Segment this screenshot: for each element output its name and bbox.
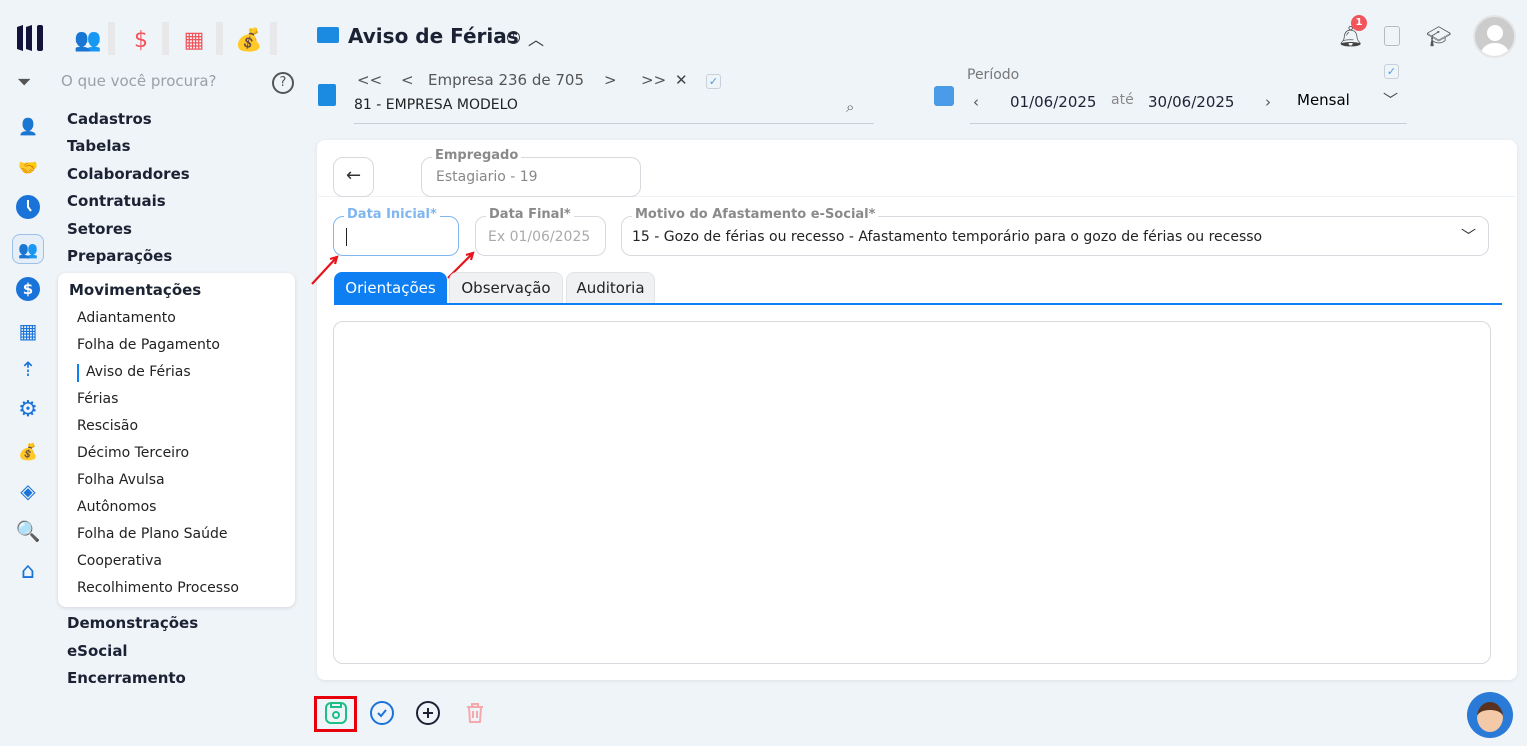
submenu-item[interactable]: Recolhimento Processo bbox=[77, 580, 239, 596]
end-date-input[interactable]: Data Final* Ex 01/06/2025 bbox=[475, 207, 606, 256]
add-button[interactable] bbox=[415, 700, 441, 726]
reason-select[interactable]: Motivo do Afastamento e-Social* 15 - Goz… bbox=[621, 207, 1489, 256]
submenu-item[interactable]: Rescisão bbox=[77, 418, 138, 434]
team-icon[interactable]: 👥 bbox=[12, 234, 44, 264]
menu-search-input[interactable]: O que você procura? bbox=[61, 72, 217, 90]
employee-value: Estagiario - 19 bbox=[436, 169, 538, 185]
employee-field[interactable]: Empregado Estagiario - 19 bbox=[421, 148, 641, 197]
people-icon[interactable]: 👥 bbox=[70, 24, 106, 56]
svg-text:$: $ bbox=[23, 280, 33, 298]
tab-auditoria[interactable]: Auditoria bbox=[566, 272, 655, 304]
reason-label: Motivo do Afastamento e-Social* bbox=[632, 207, 879, 222]
info-icon[interactable]: i bbox=[507, 31, 520, 44]
orientations-textarea[interactable] bbox=[333, 321, 1491, 664]
layers-icon[interactable]: ◈ bbox=[14, 478, 42, 504]
user-gear-icon[interactable]: 👤 bbox=[14, 113, 42, 139]
submenu-item[interactable]: Folha Avulsa bbox=[77, 472, 165, 488]
first-company-button[interactable]: << bbox=[357, 71, 382, 89]
confirm-button[interactable] bbox=[369, 700, 395, 726]
filter-icon[interactable]: ⏷ bbox=[17, 72, 31, 93]
delete-button[interactable] bbox=[462, 700, 488, 726]
network-icon[interactable]: ⚙ bbox=[14, 396, 42, 422]
chevron-up-icon[interactable]: ︿ bbox=[528, 26, 544, 50]
submenu-item-active[interactable]: Aviso de Férias bbox=[86, 364, 191, 380]
clear-company-button[interactable]: ✕ bbox=[675, 71, 688, 89]
submenu-movimentacoes: Movimentações Adiantamento Folha de Paga… bbox=[58, 273, 295, 607]
company-counter: Empresa 236 de 705 bbox=[428, 71, 584, 89]
dollar-icon[interactable]: $ bbox=[123, 24, 159, 56]
back-button[interactable]: ← bbox=[333, 157, 374, 197]
period-label: Período bbox=[967, 67, 1020, 83]
period-to[interactable]: 30/06/2025 bbox=[1148, 93, 1234, 111]
submenu-item[interactable]: Folha de Pagamento bbox=[77, 337, 220, 353]
submenu-item[interactable]: Adiantamento bbox=[77, 310, 176, 326]
next-period-button[interactable]: › bbox=[1265, 93, 1271, 111]
handshake-icon[interactable]: 🤝 bbox=[14, 154, 42, 180]
company-checkbox[interactable]: ✓ bbox=[706, 74, 721, 89]
notification-badge: 1 bbox=[1351, 15, 1367, 31]
search-side-icon[interactable]: 🔍 bbox=[14, 518, 42, 544]
save-button[interactable] bbox=[323, 700, 349, 726]
help-icon[interactable]: ? bbox=[272, 72, 294, 94]
period-from[interactable]: 01/06/2025 bbox=[1010, 93, 1096, 111]
app-logo bbox=[17, 25, 43, 51]
submenu-item[interactable]: Autônomos bbox=[77, 499, 156, 515]
company-field[interactable]: 81 - EMPRESA MODELO bbox=[354, 97, 518, 113]
money-bag-icon[interactable]: 💰 bbox=[231, 24, 267, 56]
start-date-label: Data Inicial* bbox=[344, 207, 440, 222]
menu-colaboradores[interactable]: Colaboradores bbox=[67, 165, 190, 183]
tab-orientacoes[interactable]: Orientações bbox=[334, 272, 447, 304]
document-search-icon[interactable] bbox=[1384, 26, 1400, 46]
page-title: Aviso de Férias bbox=[348, 24, 519, 48]
period-checkbox[interactable]: ✓ bbox=[1384, 64, 1399, 79]
end-date-placeholder: Ex 01/06/2025 bbox=[488, 229, 591, 245]
money-bag-side-icon[interactable]: 💰 bbox=[14, 438, 42, 464]
chevron-down-icon: ﹀ bbox=[1460, 227, 1476, 245]
period-separator: até bbox=[1111, 92, 1134, 108]
menu-tabelas[interactable]: Tabelas bbox=[67, 137, 131, 155]
employee-label: Empregado bbox=[432, 148, 522, 163]
reason-value: 15 - Gozo de férias ou recesso - Afastam… bbox=[632, 229, 1263, 245]
menu-cadastros[interactable]: Cadastros bbox=[67, 110, 152, 128]
next-company-button[interactable]: > bbox=[604, 71, 617, 89]
clock-icon[interactable] bbox=[14, 194, 42, 220]
monitor-icon bbox=[317, 27, 339, 43]
last-company-button[interactable]: >> bbox=[641, 71, 666, 89]
arrow-up-icon[interactable]: ⇡ bbox=[14, 356, 42, 382]
menu-preparacoes[interactable]: Preparações bbox=[67, 247, 172, 265]
submenu-title[interactable]: Movimentações bbox=[69, 281, 201, 299]
calendar-icon bbox=[934, 86, 954, 106]
calculator-icon[interactable]: ▦ bbox=[176, 24, 212, 56]
submenu-item[interactable]: Folha de Plano Saúde bbox=[77, 526, 228, 542]
submenu-item[interactable]: Férias bbox=[77, 391, 118, 407]
calculator-side-icon[interactable]: ▦ bbox=[14, 318, 42, 344]
menu-encerramento[interactable]: Encerramento bbox=[67, 669, 186, 687]
dollar-circle-icon[interactable]: $ bbox=[14, 276, 42, 302]
prev-company-button[interactable]: < bbox=[401, 71, 414, 89]
submenu-item[interactable]: Décimo Terceiro bbox=[77, 445, 189, 461]
menu-demonstracoes[interactable]: Demonstrações bbox=[67, 614, 198, 632]
user-avatar[interactable] bbox=[1473, 15, 1516, 58]
building-icon bbox=[318, 84, 336, 106]
graduation-cap-icon[interactable]: 🎓︎ bbox=[1426, 24, 1451, 48]
chevron-down-icon[interactable]: ﹀ bbox=[1383, 89, 1398, 110]
prev-period-button[interactable]: ‹ bbox=[973, 93, 979, 111]
menu-esocial[interactable]: eSocial bbox=[67, 642, 128, 660]
search-icon[interactable]: ⌕ bbox=[846, 98, 854, 116]
menu-setores[interactable]: Setores bbox=[67, 220, 132, 238]
period-type-select[interactable]: Mensal bbox=[1297, 91, 1350, 109]
tab-observacao[interactable]: Observação bbox=[449, 272, 563, 304]
home-icon[interactable]: ⌂ bbox=[14, 558, 42, 584]
assistant-avatar[interactable] bbox=[1467, 692, 1513, 738]
end-date-label: Data Final* bbox=[486, 207, 574, 222]
submenu-item[interactable]: Cooperativa bbox=[77, 553, 162, 569]
menu-contratuais[interactable]: Contratuais bbox=[67, 192, 166, 210]
